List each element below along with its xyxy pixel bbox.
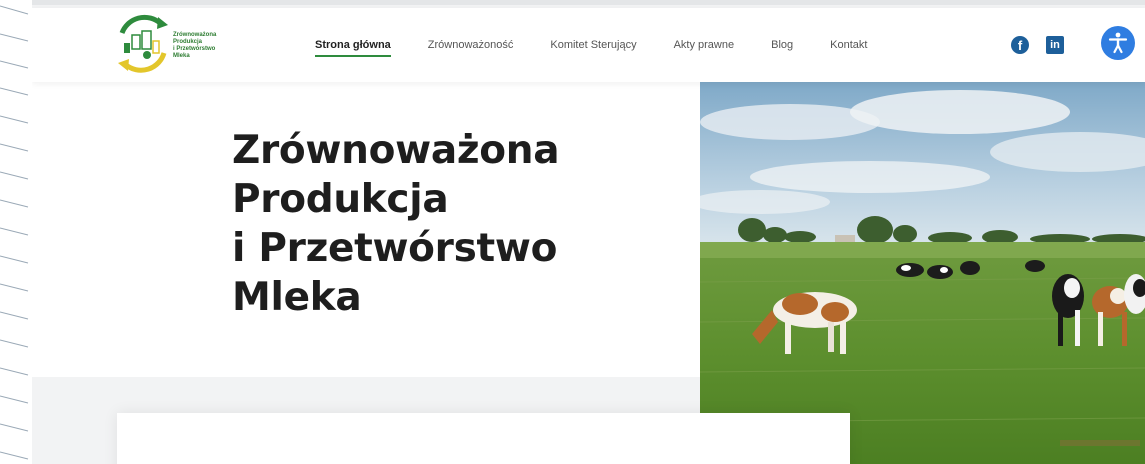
nav-item-akty-prawne[interactable]: Akty prawne	[674, 8, 735, 82]
logo-line: Produkcja	[173, 39, 203, 45]
nav-item-komitet-sterujacy[interactable]: Komitet Sterujący	[550, 8, 636, 82]
nav-item-kontakt[interactable]: Kontakt	[830, 8, 867, 82]
nav-item-blog[interactable]: Blog	[771, 8, 793, 82]
dairy-cycle-logo-icon	[118, 14, 168, 73]
accessibility-button[interactable]	[1101, 26, 1135, 60]
decorative-lines	[0, 5, 29, 460]
nav-item-zrownowaznosc[interactable]: Zrównoważoność	[428, 8, 514, 82]
nav-item-strona-glowna[interactable]: Strona główna	[315, 8, 391, 82]
facebook-icon[interactable]: f	[1011, 36, 1029, 54]
hero-title: Zrównoważona Produkcja i Przetwórstwo Ml…	[232, 126, 692, 322]
accessibility-icon	[1108, 32, 1128, 54]
hero-title-line: Mleka	[232, 275, 362, 320]
cows-grazing-pasture-photo	[700, 82, 1145, 464]
top-divider	[32, 0, 1145, 5]
logo-text: Zrównoważona Produkcja i Przetwórstwo Ml…	[173, 32, 253, 60]
hero-title-line: i Przetwórstwo	[232, 226, 558, 271]
linkedin-icon[interactable]: in	[1046, 36, 1064, 54]
page-frame: Zrównoważona Produkcja i Przetwórstwo Ml…	[32, 0, 1145, 464]
site-logo[interactable]: Zrównoważona Produkcja i Przetwórstwo Ml…	[112, 13, 262, 75]
site-header: Zrównoważona Produkcja i Przetwórstwo Ml…	[32, 8, 1145, 82]
hero-title-line: Zrównoważona	[232, 128, 560, 173]
logo-line: Zrównoważona	[173, 32, 217, 38]
main-nav: Strona główna Zrównoważoność Komitet Ste…	[315, 8, 904, 82]
hero-title-line: Produkcja	[232, 177, 449, 222]
logo-line: Mleka	[173, 53, 190, 59]
intro-card	[117, 413, 850, 464]
logo-line: i Przetwórstwo	[173, 46, 216, 52]
